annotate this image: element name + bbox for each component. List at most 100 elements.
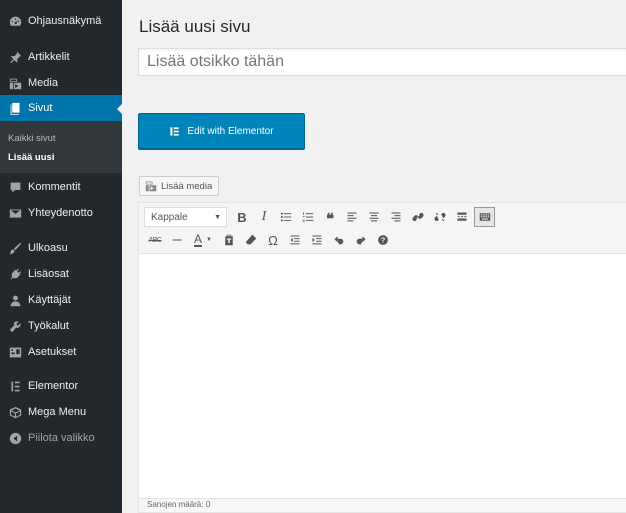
sidebar-item-label: Työkalut xyxy=(28,320,69,332)
sidebar-item-label: Piilota valikko xyxy=(28,432,95,444)
elementor-button-label: Edit with Elementor xyxy=(187,125,274,137)
brush-icon xyxy=(8,241,22,255)
chevron-down-icon: ▼ xyxy=(206,237,212,243)
bullet-list-icon xyxy=(280,212,292,222)
sidebar-item-contact[interactable]: Yhteydenotto xyxy=(0,200,122,226)
sidebar-item-comments[interactable]: Kommentit xyxy=(0,174,122,200)
align-left-icon xyxy=(347,212,357,222)
toolbar-row-1: Kappale ▼ B I ❝ xyxy=(144,206,495,228)
pages-submenu: Kaikki sivut Lisää uusi xyxy=(0,121,122,173)
submenu-item-all-pages[interactable]: Kaikki sivut xyxy=(8,133,56,144)
bold-button[interactable]: B xyxy=(231,206,253,228)
sidebar-item-label: Yhteydenotto xyxy=(28,207,93,219)
add-media-label: Lisää media xyxy=(161,180,213,192)
sidebar-item-label: Ohjausnäkymä xyxy=(28,15,102,27)
add-media-button[interactable]: Lisää media xyxy=(139,176,220,196)
post-title-input[interactable] xyxy=(138,48,626,76)
sidebar-item-pages[interactable]: Sivut xyxy=(0,95,123,121)
sidebar-item-mega-menu[interactable]: Mega Menu xyxy=(0,399,122,425)
pages-icon xyxy=(8,101,22,115)
format-select[interactable]: Kappale ▼ xyxy=(144,207,227,227)
comment-icon xyxy=(8,180,22,194)
pin-icon xyxy=(8,50,22,64)
text-color-icon: A xyxy=(194,231,203,247)
toolbar-row-2: ABC A ▼ Ω ? xyxy=(144,229,394,251)
page-title: Lisää uusi sivu xyxy=(139,17,251,36)
wrench-icon xyxy=(8,319,22,333)
svg-text:?: ? xyxy=(381,236,386,245)
align-left-button[interactable] xyxy=(341,206,363,228)
paste-as-text-button[interactable] xyxy=(218,229,240,251)
unlink-icon xyxy=(434,212,446,222)
media-icon xyxy=(145,181,157,192)
outdent-icon xyxy=(290,235,300,245)
align-right-button[interactable] xyxy=(385,206,407,228)
main-content: Lisää uusi sivu Edit with Elementor Lisä… xyxy=(122,0,626,513)
sidebar-item-appearance[interactable]: Ulkoasu xyxy=(0,235,122,261)
indent-icon xyxy=(312,235,322,245)
sidebar-item-users[interactable]: Käyttäjät xyxy=(0,287,122,313)
toolbar-toggle-button[interactable] xyxy=(474,207,495,227)
sidebar-item-label: Media xyxy=(28,77,58,89)
read-more-button[interactable] xyxy=(451,206,473,228)
italic-button[interactable]: I xyxy=(253,206,275,228)
sidebar-item-label: Artikkelit xyxy=(28,51,70,63)
sidebar-item-plugins[interactable]: Lisäosat xyxy=(0,261,122,287)
chevron-down-icon: ▼ xyxy=(214,213,221,221)
strikethrough-button[interactable]: ABC xyxy=(144,229,166,251)
cube-icon xyxy=(8,405,22,419)
submenu-item-add-new[interactable]: Lisää uusi xyxy=(8,152,54,163)
elementor-icon xyxy=(169,126,180,137)
align-right-icon xyxy=(391,212,401,222)
sidebar-item-dashboard[interactable]: Ohjausnäkymä xyxy=(0,8,122,34)
undo-button[interactable] xyxy=(328,229,350,251)
clipboard-icon xyxy=(225,234,233,246)
read-more-icon xyxy=(457,212,467,221)
mail-icon xyxy=(8,206,22,220)
sidebar-item-tools[interactable]: Työkalut xyxy=(0,313,122,339)
text-color-button[interactable]: A ▼ xyxy=(188,229,218,251)
sidebar-item-elementor[interactable]: Elementor xyxy=(0,373,122,399)
bullet-list-button[interactable] xyxy=(275,206,297,228)
special-character-button[interactable]: Ω xyxy=(262,229,284,251)
insert-link-button[interactable] xyxy=(407,206,429,228)
sidebar-item-label: Mega Menu xyxy=(28,406,87,418)
undo-icon xyxy=(334,236,344,245)
link-icon xyxy=(412,212,424,222)
blockquote-button[interactable]: ❝ xyxy=(319,206,341,228)
collapse-icon xyxy=(8,431,22,445)
sidebar-item-label: Lisäosat xyxy=(28,268,69,280)
sidebar-item-label: Ulkoasu xyxy=(28,242,68,254)
sidebar-item-posts[interactable]: Artikkelit xyxy=(0,44,122,70)
editor-content-area[interactable] xyxy=(139,255,626,501)
keyboard-icon xyxy=(479,213,490,221)
edit-with-elementor-button[interactable]: Edit with Elementor xyxy=(138,113,305,149)
dashboard-icon xyxy=(8,14,22,28)
redo-icon xyxy=(356,236,366,245)
indent-button[interactable] xyxy=(306,229,328,251)
help-button[interactable]: ? xyxy=(372,229,394,251)
align-center-icon xyxy=(369,212,379,222)
sidebar-item-label: Kommentit xyxy=(28,181,81,193)
align-center-button[interactable] xyxy=(363,206,385,228)
media-icon xyxy=(8,76,22,90)
plugin-icon xyxy=(8,267,22,281)
remove-link-button[interactable] xyxy=(429,206,451,228)
elementor-icon xyxy=(8,379,22,393)
sidebar-collapse-button[interactable]: Piilota valikko xyxy=(0,425,122,451)
sidebar-item-label: Käyttäjät xyxy=(28,294,71,306)
format-select-value: Kappale xyxy=(151,211,188,223)
redo-button[interactable] xyxy=(350,229,372,251)
content-editor: Kappale ▼ B I ❝ ABC A ▼ Ω ? Sanojen määr… xyxy=(138,202,626,513)
sidebar-item-label: Sivut xyxy=(28,102,53,114)
sidebar-item-label: Asetukset xyxy=(28,346,77,358)
horizontal-line-button[interactable] xyxy=(166,229,188,251)
word-count-status: Sanojen määrä: 0 xyxy=(139,498,626,512)
help-icon: ? xyxy=(378,235,388,245)
numbered-list-button[interactable] xyxy=(297,206,319,228)
sidebar-item-label: Elementor xyxy=(28,380,79,392)
sidebar-item-media[interactable]: Media xyxy=(0,70,122,96)
clear-formatting-button[interactable] xyxy=(240,229,262,251)
outdent-button[interactable] xyxy=(284,229,306,251)
sidebar-item-settings[interactable]: Asetukset xyxy=(0,339,122,365)
